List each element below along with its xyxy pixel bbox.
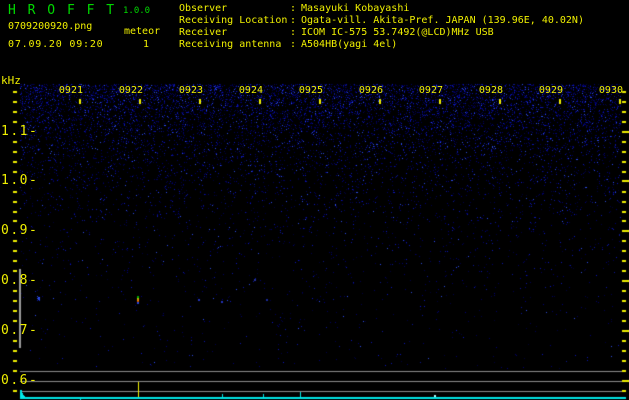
info-value: A504HB(yagi 4el) — [301, 39, 398, 50]
info-value: Ogata-vill. Akita-Pref. JAPAN (139.96E, … — [301, 15, 584, 26]
info-row: Observer: Masayuki Kobayashi — [179, 3, 409, 14]
info-value: ICOM IC-575 53.7492(@LCD)MHz USB — [301, 27, 494, 38]
time-tick-label: 0922 — [118, 85, 143, 96]
info-row: Receiving Location: Ogata-vill. Akita-Pre… — [179, 15, 584, 26]
time-tick-label: 0930 — [598, 85, 623, 96]
time-tick-label: 0924 — [238, 85, 263, 96]
freq-tick-label: 0.6- — [1, 373, 39, 388]
freq-tick-label: 1.1- — [1, 124, 39, 139]
freq-tick-label: 1.0- — [1, 173, 39, 188]
info-row: Receiving antenna: A504HB(yagi 4el) — [179, 39, 397, 50]
time-tick-label: 0921 — [58, 85, 83, 96]
freq-axis-unit: kHz — [1, 74, 21, 87]
time-tick-label: 0927 — [418, 85, 443, 96]
info-separator: : — [290, 27, 297, 38]
info-separator: : — [290, 39, 297, 50]
spectrogram-canvas — [0, 0, 629, 400]
time-tick-label: 0929 — [538, 85, 563, 96]
app-title: H R O F F T — [8, 3, 117, 18]
freq-tick-label: 0.8- — [1, 273, 39, 288]
mode-label: meteor — [124, 26, 161, 37]
time-tick-label: 0923 — [178, 85, 203, 96]
freq-tick-label: 0.7- — [1, 323, 39, 338]
hrofft-output-window: H R O F F T 1.0.0 0709200920.png meteor … — [0, 0, 629, 400]
freq-tick-label: 0.9- — [1, 223, 39, 238]
info-row: Receiver: ICOM IC-575 53.7492(@LCD)MHz US… — [179, 27, 494, 38]
info-label: Receiving Location — [179, 15, 288, 26]
channel-number: 1 — [143, 39, 150, 50]
app-version: 1.0.0 — [123, 6, 151, 16]
output-filename: 0709200920.png — [8, 21, 93, 32]
time-tick-label: 0925 — [298, 85, 323, 96]
time-tick-label: 0926 — [358, 85, 383, 96]
info-label: Observer — [179, 3, 228, 14]
timestamp: 07.09.20 09:20 — [8, 39, 104, 50]
info-label: Receiving antenna — [179, 39, 282, 50]
info-label: Receiver — [179, 27, 228, 38]
info-separator: : — [290, 15, 297, 26]
info-separator: : — [290, 3, 297, 14]
info-value: Masayuki Kobayashi — [301, 3, 410, 14]
time-tick-label: 0928 — [478, 85, 503, 96]
